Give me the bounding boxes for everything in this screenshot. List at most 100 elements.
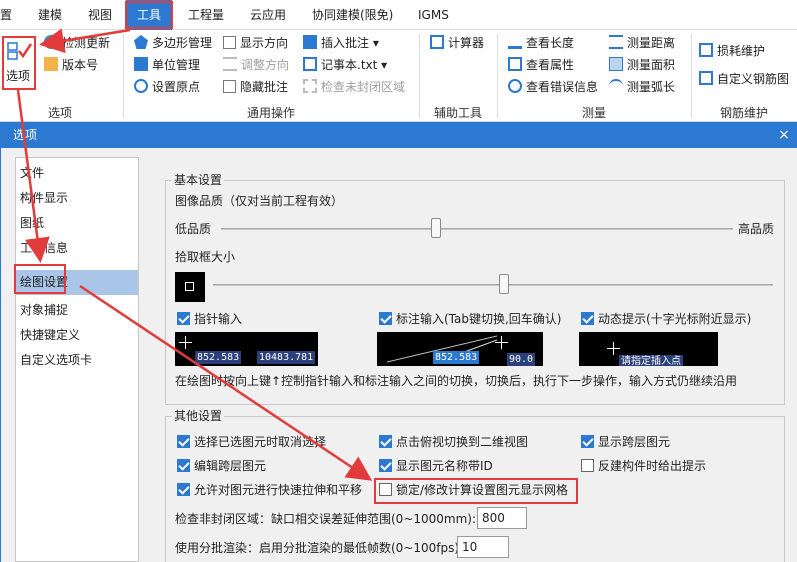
dynamic-hint-preview: 请指定插入点 [579, 332, 718, 366]
options-nav-list: 文件 构件显示 图纸 工程信息 绘图设置 对象捕捉 快捷键定义 自定义选项卡 [15, 157, 139, 562]
basic-settings-title: 基本设置 [172, 173, 225, 187]
polygon-manage-button[interactable]: 多边形管理 [134, 33, 212, 53]
pick-box-preview [175, 272, 205, 302]
group-label-aux: 辅助工具 [433, 106, 482, 120]
arc-icon [609, 79, 623, 93]
image-quality-slider[interactable] [431, 218, 442, 238]
checkbox-checked-icon [581, 312, 594, 325]
preview-angle: 90.0 [507, 353, 536, 366]
pick-box-label: 拾取框大小 [175, 250, 236, 264]
measure-area-button[interactable]: 测量面积 [609, 55, 675, 75]
topview-2d-checkbox[interactable]: 点击俯视切换到二维视图 [379, 434, 528, 450]
loss-icon [699, 43, 713, 57]
reverse-build-hint-checkbox[interactable]: 反建构件时给出提示 [581, 458, 706, 474]
adjust-icon [223, 57, 237, 71]
hide-annotation-checkbox[interactable]: 隐藏批注 [223, 77, 288, 97]
calculator-button[interactable]: 计算器 [430, 33, 484, 53]
view-length-button[interactable]: 查看长度 [508, 33, 574, 53]
low-quality-label: 低品质 [175, 222, 212, 236]
menu-item-quantity[interactable]: 工程量 [188, 0, 224, 30]
nav-item-drawing-settings[interactable]: 绘图设置 [16, 270, 138, 295]
view-error-button[interactable]: 查看错误信息 [508, 77, 598, 97]
menu-bar: 置 建模 视图 工具 工程量 云应用 协同建模(限免) IGMS [0, 0, 797, 30]
quick-stretch-checkbox[interactable]: 允许对图元进行快速拉伸和平移 [177, 482, 362, 498]
origin-icon [134, 79, 148, 93]
measure-arc-button[interactable]: 测量弧长 [609, 77, 675, 97]
group-label-measure: 测量 [581, 106, 606, 120]
calculator-icon [430, 35, 444, 49]
notepad-button[interactable]: 记事本.txt ▾ [303, 55, 387, 75]
menu-item-view[interactable]: 视图 [88, 0, 112, 30]
pick-box-slider[interactable] [499, 274, 510, 294]
dynamic-hint-checkbox[interactable]: 动态提示(十字光标附近显示) [581, 311, 751, 327]
unit-icon [134, 57, 148, 71]
pick-box-track [213, 284, 773, 286]
options-dialog: 选项 × 文件 构件显示 图纸 工程信息 绘图设置 对象捕捉 快捷键定义 自定义… [0, 122, 797, 562]
preview-value-x: 852.583 [195, 351, 242, 364]
show-cross-layer-checkbox[interactable]: 显示跨层图元 [581, 434, 670, 450]
checkbox-checked-icon [177, 459, 190, 472]
checkbox-checked-icon [177, 435, 190, 448]
nav-item-project-info[interactable]: 工程信息 [16, 236, 138, 261]
menu-item-partial[interactable]: 置 [0, 0, 12, 30]
dialog-title: 选项 [1, 122, 797, 148]
nav-item-shortcut[interactable]: 快捷键定义 [16, 323, 138, 348]
checkbox-unchecked-icon [379, 483, 392, 496]
set-origin-button[interactable]: 设置原点 [134, 77, 200, 97]
length-icon [508, 35, 522, 49]
checkbox-icon [223, 80, 236, 93]
show-name-id-checkbox[interactable]: 显示图元名称带ID [379, 458, 493, 474]
pointer-input-preview: 852.583 10483.781 [175, 332, 318, 366]
lock-grid-checkbox[interactable]: 锁定/修改计算设置图元显示网格 [379, 482, 568, 498]
ribbon: 选项 检测更新 版本号 选项 多边形管理 单位管理 设置原点 显示方向 调整方向… [0, 30, 797, 122]
pick-box-square-icon [185, 282, 194, 291]
batch-render-input[interactable]: 10 [457, 536, 509, 558]
unclosed-range-input[interactable]: 800 [477, 507, 527, 529]
nav-item-file[interactable]: 文件 [16, 161, 138, 186]
measure-distance-button[interactable]: 测量距离 [609, 33, 675, 53]
unclosed-icon [303, 79, 317, 93]
unclosed-range-label: 检查非封闭区域：缺口相交误差延伸范围(0~1000mm): [175, 512, 477, 526]
image-quality-label: 图像品质（仅对当前工程有效） [175, 194, 344, 208]
check-unclosed-button[interactable]: 检查未封闭区域 [303, 77, 405, 97]
menu-item-collab[interactable]: 协同建模(限免) [312, 0, 393, 30]
pointer-input-checkbox[interactable]: 指针输入 [177, 311, 242, 327]
dim-input-checkbox[interactable]: 标注输入(Tab键切换,回车确认) [379, 311, 562, 327]
options-icon [7, 42, 32, 60]
high-quality-label: 高品质 [738, 222, 775, 236]
other-settings-title: 其他设置 [172, 409, 225, 423]
custom-rebar-button[interactable]: 自定义钢筋图 [699, 69, 789, 89]
nav-item-drawing[interactable]: 图纸 [16, 211, 138, 236]
options-button[interactable]: 选项 [4, 38, 34, 90]
nav-item-custom-tab[interactable]: 自定义选项卡 [16, 348, 138, 373]
crosshair-icon [495, 336, 508, 349]
menu-item-tools[interactable]: 工具 [126, 0, 172, 30]
menu-item-igms[interactable]: IGMS [418, 0, 449, 30]
checkbox-checked-icon [177, 312, 190, 325]
annotation-icon [303, 35, 317, 49]
menu-item-cloud[interactable]: 云应用 [250, 0, 286, 30]
preview-value-y: 10483.781 [257, 351, 316, 364]
adjust-direction-button[interactable]: 调整方向 [223, 55, 289, 75]
preview-prompt: 请指定插入点 [619, 355, 683, 366]
property-icon [508, 57, 522, 71]
loss-maint-button[interactable]: 损耗维护 [699, 41, 765, 61]
nav-item-component-display[interactable]: 构件显示 [16, 186, 138, 211]
rebar-icon [699, 71, 713, 85]
show-direction-checkbox[interactable]: 显示方向 [223, 33, 288, 53]
cancel-selected-checkbox[interactable]: 选择已选图元时取消选择 [177, 434, 326, 450]
crosshair-icon [179, 336, 192, 349]
close-icon[interactable]: × [775, 122, 793, 148]
edit-cross-layer-checkbox[interactable]: 编辑跨层图元 [177, 458, 266, 474]
crosshair-icon [607, 342, 620, 355]
unit-manage-button[interactable]: 单位管理 [134, 55, 200, 75]
insert-annotation-button[interactable]: 插入批注 ▾ [303, 33, 379, 53]
view-property-button[interactable]: 查看属性 [508, 55, 574, 75]
version-icon [44, 57, 58, 71]
nav-item-object-snap[interactable]: 对象捕捉 [16, 298, 138, 323]
version-button[interactable]: 版本号 [44, 55, 98, 75]
menu-item-modeling[interactable]: 建模 [38, 0, 62, 30]
options-label: 选项 [6, 69, 31, 83]
check-update-button[interactable]: 检测更新 [44, 33, 110, 53]
group-label-general: 通用操作 [246, 106, 295, 120]
